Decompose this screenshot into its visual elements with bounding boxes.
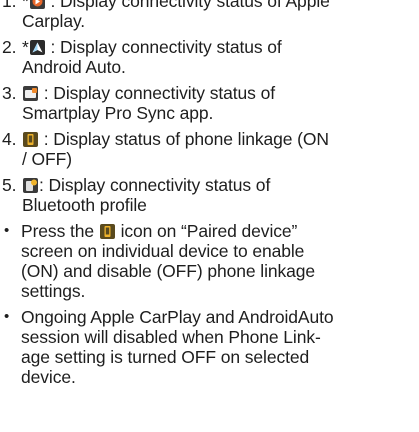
bullet-text: icon on “Paired device”: [120, 221, 298, 241]
item-text-continued: Smartplay Pro Sync app.: [22, 103, 214, 123]
carplay-icon: [29, 0, 45, 9]
bullet-marker: •: [4, 222, 10, 239]
item-text: : Display status of phone linkage (ON: [43, 129, 329, 149]
item-number: 2.: [2, 37, 17, 57]
item-text-continued: Android Auto.: [22, 57, 126, 77]
bullet-text: Press the: [21, 221, 95, 241]
bluetooth-profile-icon: [23, 178, 38, 193]
item-number: 1.: [2, 0, 17, 11]
footnote-star: *: [22, 37, 29, 57]
bullet-marker: •: [4, 308, 10, 325]
bullet-text-continued: device.: [21, 367, 76, 387]
item-number: 3.: [2, 83, 17, 103]
item-text-continued: / OFF): [22, 149, 72, 169]
bullet-text-continued: settings.: [21, 281, 86, 301]
item-text-continued: Bluetooth profile: [22, 195, 147, 215]
bullet-text-continued: session will disabled when Phone Link-: [21, 327, 321, 347]
item-text: : Display connectivity status of: [50, 37, 282, 57]
bullet-text-continued: screen on individual device to enable: [21, 241, 305, 261]
android-auto-icon: [29, 40, 45, 55]
item-text: : Display connectivity status of: [39, 175, 271, 195]
footnote-star: *: [22, 0, 29, 11]
smartplay-sync-icon: [23, 86, 38, 101]
item-text-continued: Carplay.: [22, 11, 86, 31]
item-number: 5.: [2, 175, 17, 195]
phone-linkage-icon: [23, 132, 38, 147]
bullet-text-continued: (ON) and disable (OFF) phone linkage: [21, 261, 316, 281]
item-number: 4.: [2, 129, 17, 149]
item-text: : Display connectivity status of Apple: [50, 0, 330, 11]
item-text: : Display connectivity status of: [43, 83, 275, 103]
phone-linkage-icon: [99, 224, 115, 239]
bullet-text-continued: age setting is turned OFF on selected: [21, 347, 310, 367]
bullet-text: Ongoing Apple CarPlay and AndroidAuto: [21, 307, 334, 327]
